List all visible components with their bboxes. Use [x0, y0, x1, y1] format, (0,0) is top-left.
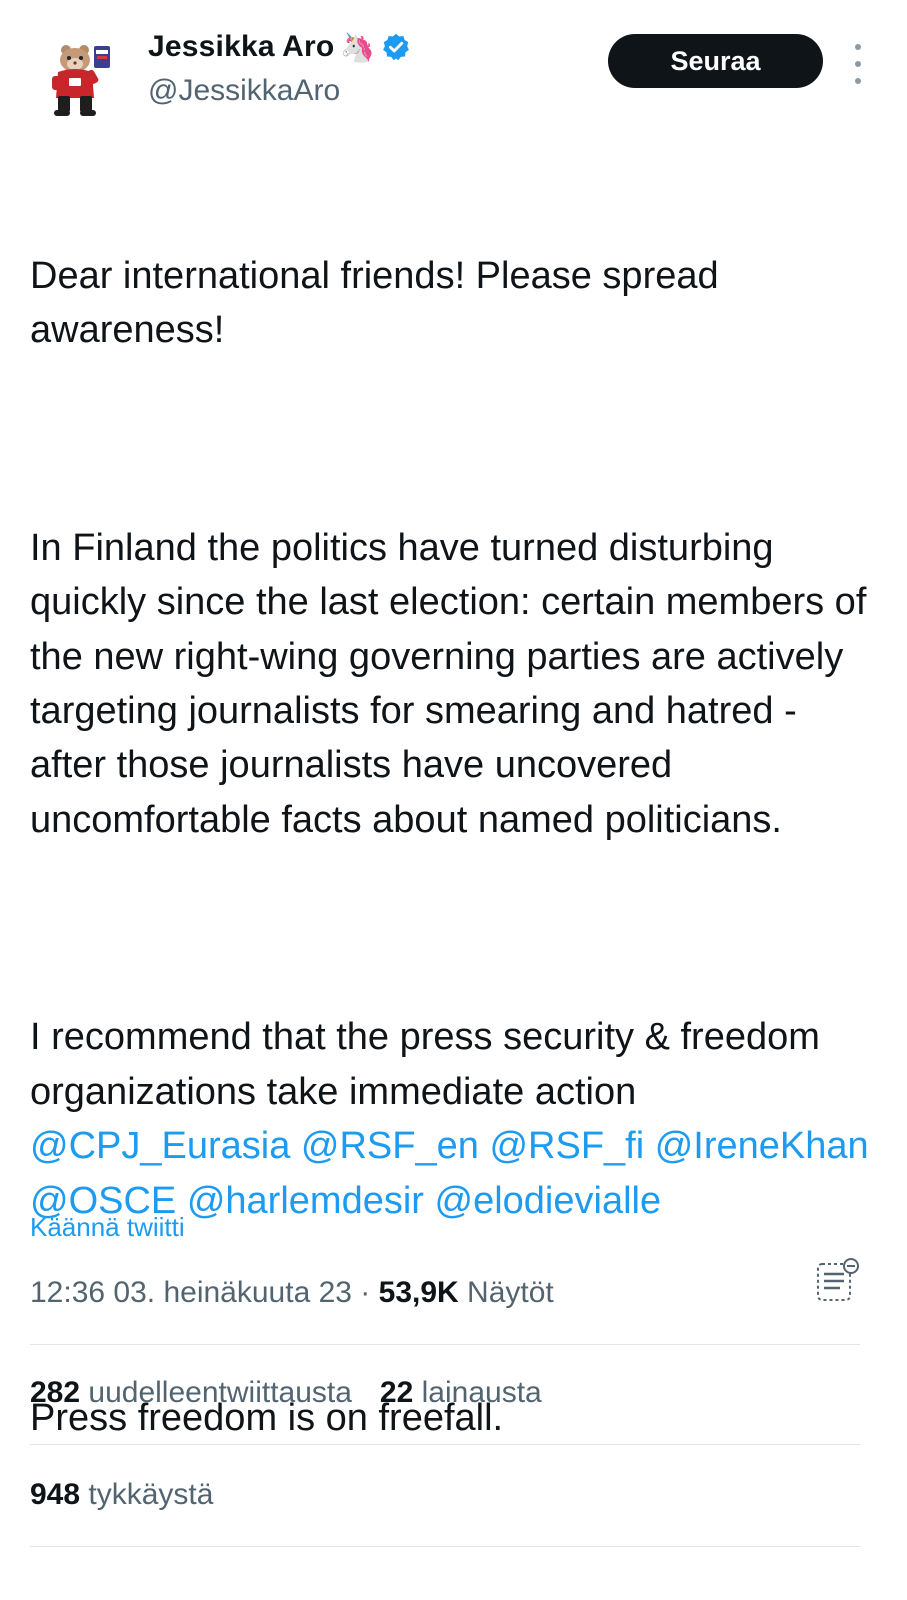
tweet-paragraph: I recommend that the press security & fr…: [30, 1010, 880, 1228]
mention-link[interactable]: @IreneKhan: [655, 1125, 869, 1167]
tweet-header: Jessikka Aro 🦄 @JessikkaAro Seuraa: [0, 0, 907, 130]
tweet-text-span: I recommend that the press security & fr…: [30, 1016, 831, 1113]
quotes-count: 22: [379, 1376, 414, 1409]
mention-link[interactable]: @harlemdesir: [187, 1180, 424, 1222]
mention-link[interactable]: @CPJ_Eurasia: [30, 1125, 290, 1167]
unicorn-emoji-icon: 🦄: [340, 31, 376, 63]
verified-badge-icon[interactable]: [381, 32, 411, 62]
retweets-stat[interactable]: 282 uudelleentwiittausta: [30, 1376, 352, 1410]
views-count: 53,9K: [378, 1276, 459, 1309]
tweet-date[interactable]: 03. heinäkuuta 23: [113, 1276, 352, 1309]
divider: [30, 1344, 860, 1345]
quotes-stat[interactable]: 22 lainausta: [380, 1376, 542, 1410]
tweet-meta: 12:36 03. heinäkuuta 23 · 53,9K Näytöt: [30, 1276, 554, 1310]
mention-link[interactable]: @RSF_fi: [489, 1125, 644, 1167]
divider: [30, 1444, 860, 1445]
hamster-mascot-avatar-icon: [36, 36, 120, 120]
more-options-icon[interactable]: [848, 44, 868, 84]
avatar[interactable]: [36, 36, 120, 120]
tweet-paragraph: In Finland the politics have turned dist…: [30, 526, 877, 841]
retweets-label: uudelleentwiittausta: [88, 1376, 352, 1409]
engagement-stats-row: 282 uudelleentwiittausta 22 lainausta: [30, 1376, 542, 1410]
likes-count: 948: [30, 1478, 81, 1511]
mention-link[interactable]: @elodievialle: [435, 1180, 662, 1222]
translate-tweet-link[interactable]: Käännä twiitti: [30, 1212, 185, 1243]
likes-label: tykkäystä: [88, 1478, 214, 1511]
views-label: Näytöt: [467, 1276, 554, 1309]
retweets-count: 282: [30, 1376, 81, 1409]
post-analytics-icon[interactable]: [814, 1256, 862, 1308]
display-name[interactable]: Jessikka Aro: [148, 30, 334, 64]
divider: [30, 1546, 860, 1547]
tweet-time[interactable]: 12:36: [30, 1276, 105, 1309]
likes-stats-row: 948 tykkäystä: [30, 1478, 213, 1512]
meta-separator: ·: [351, 1276, 379, 1309]
user-handle[interactable]: @JessikkaAro: [148, 74, 340, 108]
name-row: Jessikka Aro 🦄: [148, 30, 411, 64]
tweet-paragraph: Dear international friends! Please sprea…: [30, 254, 730, 352]
follow-button[interactable]: Seuraa: [608, 34, 823, 88]
quotes-label: lainausta: [421, 1376, 542, 1409]
mention-link[interactable]: @RSF_en: [301, 1125, 479, 1167]
likes-stat[interactable]: 948 tykkäystä: [30, 1478, 213, 1512]
